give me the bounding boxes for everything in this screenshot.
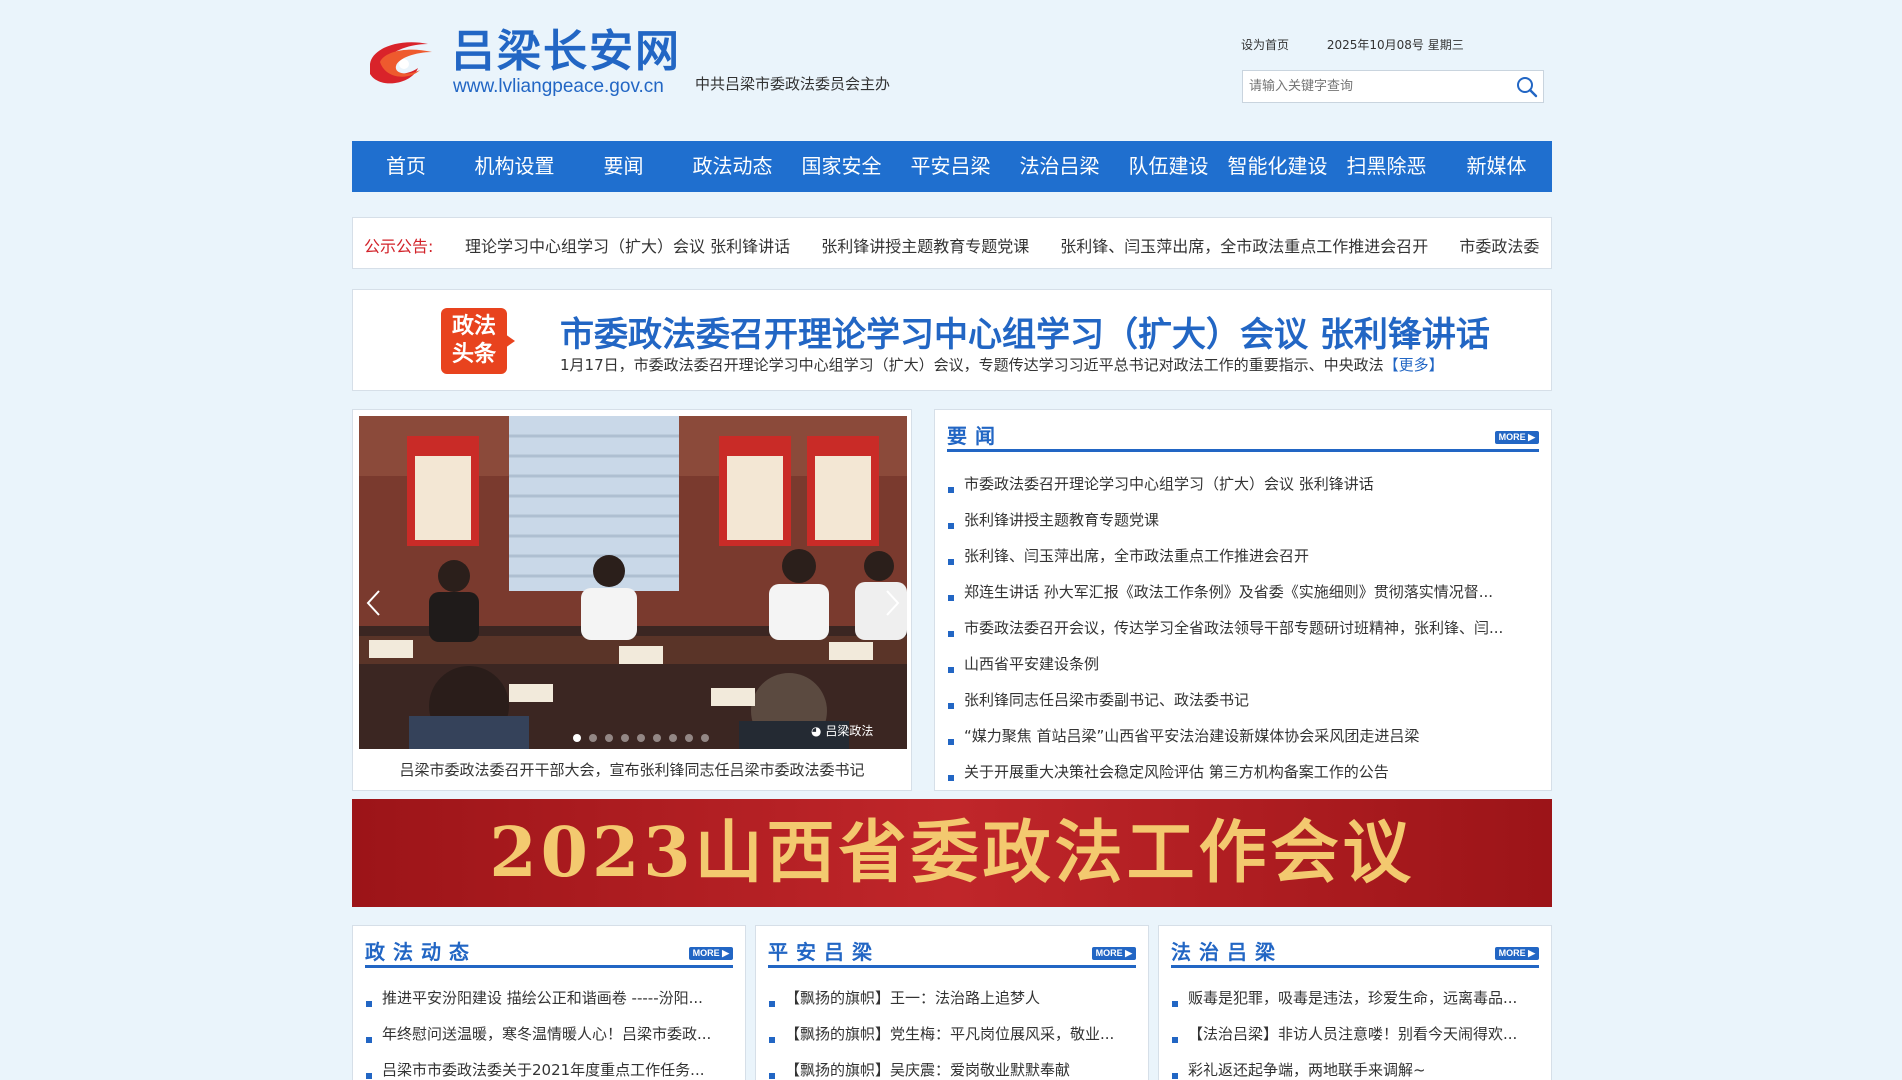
chevron-left-icon[interactable] (363, 588, 385, 618)
nav-item-politics-law[interactable]: 政法动态 (678, 141, 787, 192)
list-item[interactable]: 彩礼返还起争端，两地联手来调解~ (1171, 1058, 1539, 1080)
search-input[interactable] (1243, 71, 1505, 102)
nav-item-new-media[interactable]: 新媒体 (1441, 141, 1552, 192)
list-item[interactable]: 【飘扬的旗帜】王一：法治路上追梦人 (768, 986, 1136, 1022)
important-news-panel: 要闻 MORE ▶ 市委政法委召开理论学习中心组学习（扩大）会议 张利锋讲话 张… (934, 409, 1552, 791)
list-item[interactable]: 贩毒是犯罪，吸毒是违法，珍爱生命，远离毒品... (1171, 986, 1539, 1022)
notice-item[interactable]: 市委政法委 (1459, 237, 1539, 256)
notice-bar: 公示公告: 理论学习中心组学习（扩大）会议 张利锋讲话 张利锋讲授主题教育专题党… (352, 217, 1552, 269)
top-links: 设为首页 2025年10月08号 星期三 (1241, 36, 1498, 53)
list-item[interactable]: 山西省平安建设条例 (947, 652, 1539, 688)
site-url[interactable]: www.lvliangpeace.gov.cn (453, 76, 664, 98)
politics-law-panel: 政法动态 MORE ▶ 推进平安汾阳建设 描绘公正和谐画卷 -----汾阳...… (352, 925, 746, 1080)
news-list: 贩毒是犯罪，吸毒是违法，珍爱生命，远离毒品... 【法治吕梁】非访人员注意喽！别… (1171, 986, 1539, 1080)
nav-item-organization[interactable]: 机构设置 (460, 141, 569, 192)
badge-line-1: 政法 (451, 314, 496, 339)
nav-item-smart-building[interactable]: 智能化建设 (1223, 141, 1332, 192)
main-nav: 首页 机构设置 要闻 政法动态 国家安全 平安吕梁 法治吕梁 队伍建设 智能化建… (352, 141, 1552, 192)
slider-dot[interactable] (637, 734, 645, 742)
set-homepage-link[interactable]: 设为首页 (1241, 38, 1289, 52)
slider-dot[interactable] (589, 734, 597, 742)
safe-lvliang-panel: 平安吕梁 MORE ▶ 【飘扬的旗帜】王一：法治路上追梦人 【飘扬的旗帜】党生梅… (755, 925, 1149, 1080)
slider-dot[interactable] (621, 734, 629, 742)
panel-header: 平安吕梁 MORE ▶ (768, 936, 1136, 968)
news-list: 推进平安汾阳建设 描绘公正和谐画卷 -----汾阳... 年终慰问送温暖，寒冬温… (365, 986, 733, 1080)
notice-item[interactable]: 张利锋讲授主题教育专题党课 (821, 237, 1029, 256)
more-button[interactable]: MORE ▶ (1494, 947, 1539, 960)
nav-item-rule-of-law[interactable]: 法治吕梁 (1005, 141, 1114, 192)
list-item[interactable]: 张利锋同志任吕梁市委副书记、政法委书记 (947, 688, 1539, 724)
more-button[interactable]: MORE ▶ (1494, 431, 1539, 444)
search-box (1242, 70, 1544, 103)
chevron-right-icon[interactable] (881, 588, 903, 618)
panel-title: 法治吕梁 (1171, 940, 1283, 964)
nav-item-home[interactable]: 首页 (352, 141, 460, 192)
list-item[interactable]: 年终慰问送温暖，寒冬温情暖人心！吕梁市委政... (365, 1022, 733, 1058)
nav-item-team-building[interactable]: 队伍建设 (1114, 141, 1223, 192)
list-item[interactable]: 推进平安汾阳建设 描绘公正和谐画卷 -----汾阳... (365, 986, 733, 1022)
rule-of-law-panel: 法治吕梁 MORE ▶ 贩毒是犯罪，吸毒是违法，珍爱生命，远离毒品... 【法治… (1158, 925, 1552, 1080)
slider-dot[interactable] (669, 734, 677, 742)
slider-dot[interactable] (701, 734, 709, 742)
conference-banner[interactable]: 2023山西省委政法工作会议 (352, 799, 1552, 907)
slider-dot[interactable] (653, 734, 661, 742)
list-item[interactable]: 市委政法委召开会议，传达学习全省政法领导干部专题研讨班精神，张利锋、闫... (947, 616, 1539, 652)
headline-summary-text: 1月17日，市委政法委召开理论学习中心组学习（扩大）会议，专题传达学习习近平总书… (560, 356, 1384, 374)
meeting-photo (359, 416, 907, 749)
panel-header: 政法动态 MORE ▶ (365, 936, 733, 968)
notice-item[interactable]: 理论学习中心组学习（扩大）会议 张利锋讲话 (465, 237, 790, 256)
notice-item[interactable]: 张利锋、闫玉萍出席，全市政法重点工作推进会召开 (1060, 237, 1428, 256)
headline-badge-box: 政法 头条 (441, 308, 507, 374)
slider-dot[interactable] (605, 734, 613, 742)
watermark: ◕ 吕梁政法 (811, 722, 873, 739)
panel-header: 法治吕梁 MORE ▶ (1171, 936, 1539, 968)
list-item[interactable]: 关于开展重大决策社会稳定风险评估 第三方机构备案工作的公告 (947, 760, 1539, 796)
list-item[interactable]: 张利锋、闫玉萍出席，全市政法重点工作推进会召开 (947, 544, 1539, 580)
nav-item-important-news[interactable]: 要闻 (569, 141, 678, 192)
slide-caption[interactable]: 吕梁市委政法委召开干部大会，宣布张利锋同志任吕梁市委政法委书记 (353, 759, 911, 780)
list-item[interactable]: 市委政法委召开理论学习中心组学习（扩大）会议 张利锋讲话 (947, 472, 1539, 508)
panel-title: 平安吕梁 (768, 940, 880, 964)
sponsor-text: 中共吕梁市委政法委员会主办 (695, 75, 891, 93)
notice-label: 公示公告: (364, 237, 434, 256)
site-name[interactable]: 吕梁长安网 (451, 26, 681, 78)
headline-badge: 政法 头条 (441, 308, 517, 374)
list-item[interactable]: 郑连生讲话 孙大军汇报《政法工作条例》及省委《实施细则》贯彻落实情况督... (947, 580, 1539, 616)
nav-item-safe-lvliang[interactable]: 平安吕梁 (896, 141, 1005, 192)
list-item[interactable]: 张利锋讲授主题教育专题党课 (947, 508, 1539, 544)
nav-item-national-security[interactable]: 国家安全 (787, 141, 896, 192)
headline-summary: 1月17日，市委政法委召开理论学习中心组学习（扩大）会议，专题传达学习习近平总书… (560, 354, 1444, 375)
swirl-logo[interactable] (360, 34, 440, 90)
news-list: 市委政法委召开理论学习中心组学习（扩大）会议 张利锋讲话 张利锋讲授主题教育专题… (947, 472, 1539, 796)
banner-text: 2023山西省委政法工作会议 (489, 813, 1415, 893)
slider-dot[interactable] (573, 734, 581, 742)
current-date: 2025年10月08号 星期三 (1326, 38, 1464, 52)
watermark-text: 吕梁政法 (825, 724, 874, 738)
panel-title: 政法动态 (365, 940, 477, 964)
headline-title[interactable]: 市委政法委召开理论学习中心组学习（扩大）会议 张利锋讲话 (560, 307, 1490, 356)
news-list: 【飘扬的旗帜】王一：法治路上追梦人 【飘扬的旗帜】党生梅：平凡岗位展风采，敬业.… (768, 986, 1136, 1080)
list-item[interactable]: 【法治吕梁】非访人员注意喽！别看今天闹得欢... (1171, 1022, 1539, 1058)
list-item[interactable]: “媒力聚焦 首站吕梁”山西省平安法治建设新媒体协会采风团走进吕梁 (947, 724, 1539, 760)
photo-slider: ◕ 吕梁政法 吕梁市委政法委召开干部大会，宣布张利锋同志任吕梁市委政法委书记 (352, 409, 912, 791)
search-icon[interactable] (1515, 75, 1539, 99)
list-item[interactable]: 【飘扬的旗帜】党生梅：平凡岗位展风采，敬业... (768, 1022, 1136, 1058)
wechat-icon: ◕ (811, 724, 822, 738)
notice-ticker: 理论学习中心组学习（扩大）会议 张利锋讲话 张利锋讲授主题教育专题党课 张利锋、… (465, 233, 1550, 257)
panel-title: 要闻 (947, 424, 1003, 448)
badge-line-2: 头条 (451, 342, 496, 367)
slide-image[interactable]: ◕ 吕梁政法 (359, 416, 907, 749)
badge-arrow (505, 334, 515, 348)
nav-item-anti-gang[interactable]: 扫黑除恶 (1332, 141, 1441, 192)
slider-dot[interactable] (685, 734, 693, 742)
list-item[interactable]: 【飘扬的旗帜】吴庆震：爱岗敬业默默奉献 (768, 1058, 1136, 1080)
list-item[interactable]: 吕梁市市委政法委关于2021年度重点工作任务... (365, 1058, 733, 1080)
slider-dots (573, 734, 709, 742)
site-header: 吕梁长安网 www.lvliangpeace.gov.cn 中共吕梁市委政法委员… (352, 0, 1552, 140)
panel-header: 要闻 MORE ▶ (947, 420, 1539, 452)
more-button[interactable]: MORE ▶ (1091, 947, 1136, 960)
headline-box: 政法 头条 市委政法委召开理论学习中心组学习（扩大）会议 张利锋讲话 1月17日… (352, 289, 1552, 391)
headline-more-link[interactable]: 【更多】 (1384, 356, 1444, 374)
more-button[interactable]: MORE ▶ (688, 947, 733, 960)
